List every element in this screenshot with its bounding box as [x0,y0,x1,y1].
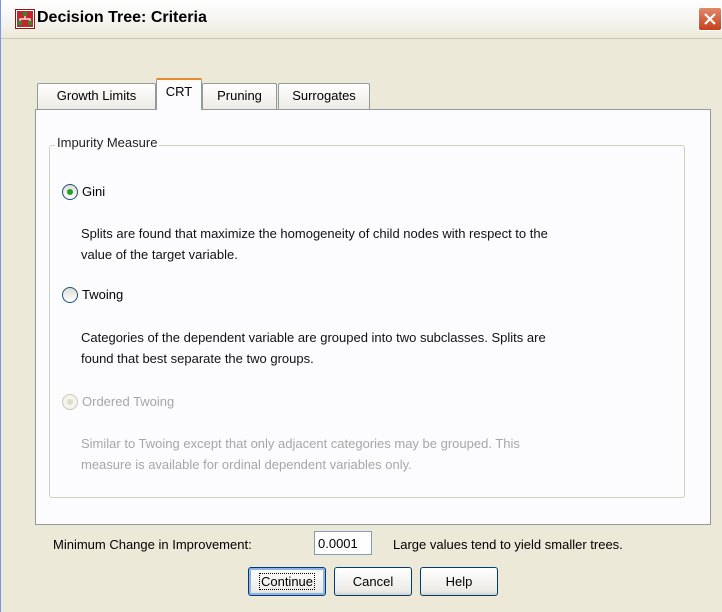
gini-label[interactable]: Gini [82,184,105,199]
tab-label: Surrogates [292,88,356,103]
min-change-input[interactable] [314,531,372,555]
gini-description-line-2: value of the target variable. [81,247,238,262]
gini-description-line-1: Splits are found that maximize the homog… [81,226,548,241]
help-button[interactable]: Help [420,567,498,596]
dialog-window: Decision Tree: Criteria Growth Limits CR… [0,0,722,612]
twoing-description-line-2: found that best separate the two groups. [81,351,314,366]
tab-label: CRT [165,84,193,99]
tab-crt[interactable]: CRT [156,78,202,110]
ordered-twoing-radio[interactable] [62,394,78,410]
ordered-twoing-description: Similar to Twoing except that only adjac… [81,433,681,475]
help-label: Help [445,574,473,589]
tab-label: Growth Limits [56,88,137,103]
close-icon [704,13,716,25]
tab-pruning[interactable]: Pruning [202,83,277,109]
ordered-twoing-label[interactable]: Ordered Twoing [82,394,174,409]
cancel-button[interactable]: Cancel [334,567,412,596]
tab-label: Pruning [217,88,262,103]
cancel-label: Cancel [352,574,394,589]
group-legend: Impurity Measure [55,135,160,150]
decision-tree-app-icon [15,9,35,29]
title-bar[interactable]: Decision Tree: Criteria [1,0,722,39]
close-button[interactable] [698,7,722,31]
twoing-description: Categories of the dependent variable are… [81,327,681,369]
window-title: Decision Tree: Criteria [37,9,207,26]
twoing-radio[interactable] [62,287,78,303]
continue-button[interactable]: Continue [248,567,326,596]
tab-surrogates[interactable]: Surrogates [278,83,370,109]
tab-growth-limits[interactable]: Growth Limits [37,83,156,109]
ordered-twoing-description-line-1: Similar to Twoing except that only adjac… [81,436,520,451]
gini-description: Splits are found that maximize the homog… [81,223,681,265]
gini-radio[interactable] [62,184,78,200]
twoing-label[interactable]: Twoing [82,287,123,302]
min-change-label: Minimum Change in Improvement: [53,537,252,552]
min-change-hint: Large values tend to yield smaller trees… [393,537,623,552]
twoing-description-line-1: Categories of the dependent variable are… [81,330,546,345]
ordered-twoing-description-line-2: measure is available for ordinal depende… [81,457,412,472]
continue-label: Continue [258,573,316,590]
